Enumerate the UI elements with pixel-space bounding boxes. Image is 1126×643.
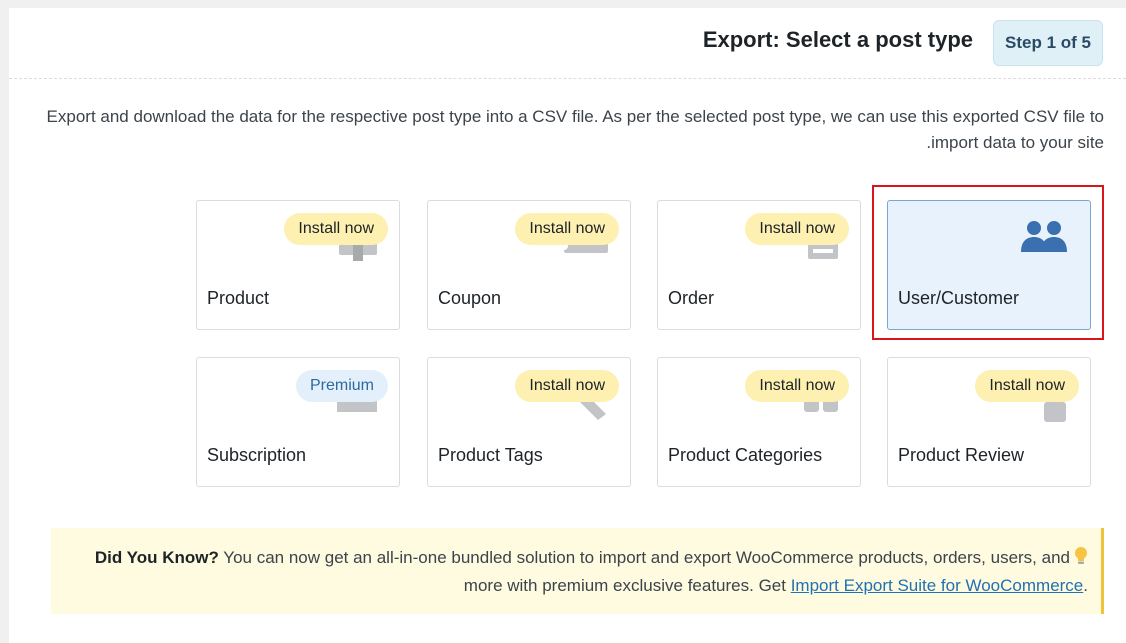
- lightbulb-icon: [1074, 547, 1088, 573]
- card-label: Product Review: [898, 445, 1025, 465]
- install-now-badge[interactable]: Install now: [745, 213, 849, 245]
- card-label: Coupon: [438, 288, 502, 308]
- card-label: Subscription: [207, 445, 307, 465]
- post-type-card-subscription[interactable]: Premium Subscription: [196, 357, 400, 487]
- post-type-card-product-tags[interactable]: Install now Product Tags: [427, 357, 631, 487]
- selection-highlight: [872, 185, 1104, 340]
- install-now-badge[interactable]: Install now: [515, 213, 619, 245]
- post-type-card-product-categories[interactable]: Install now Product Categories: [657, 357, 861, 487]
- post-type-card-product-review[interactable]: Install now Product Review: [887, 357, 1091, 487]
- post-type-card-coupon[interactable]: Install now Coupon: [427, 200, 631, 330]
- intro-text: Export and download the data for the res…: [46, 107, 1104, 152]
- card-label: Product: [207, 288, 270, 308]
- premium-badge: Premium: [295, 370, 388, 402]
- post-type-card-product[interactable]: Install now Product: [196, 200, 400, 330]
- card-label: Product Tags: [438, 445, 543, 465]
- card-label: Product Categories: [668, 445, 823, 465]
- page-title: Export: Select a post type: [702, 27, 973, 52]
- post-type-card-order[interactable]: Install now Order: [657, 200, 861, 330]
- install-now-badge[interactable]: Install now: [745, 370, 849, 402]
- notice-text: Did You Know? You can now get an all-in-…: [81, 545, 1088, 599]
- page-header: Export: Select a post type Step 1 of 5: [9, 8, 1126, 79]
- install-now-badge[interactable]: Install now: [284, 213, 388, 245]
- import-export-suite-link[interactable]: Import Export Suite for WooCommerce: [791, 576, 1084, 595]
- notice-title: Did You Know?: [94, 548, 219, 567]
- notice-end: .: [1083, 576, 1088, 595]
- install-now-badge[interactable]: Install now: [515, 370, 619, 402]
- card-label: Order: [668, 288, 715, 308]
- did-you-know-notice: Did You Know? You can now get an all-in-…: [51, 528, 1104, 614]
- export-panel: Export: Select a post type Step 1 of 5 E…: [9, 8, 1126, 643]
- install-now-badge[interactable]: Install now: [975, 370, 1079, 402]
- step-indicator: Step 1 of 5: [993, 20, 1103, 66]
